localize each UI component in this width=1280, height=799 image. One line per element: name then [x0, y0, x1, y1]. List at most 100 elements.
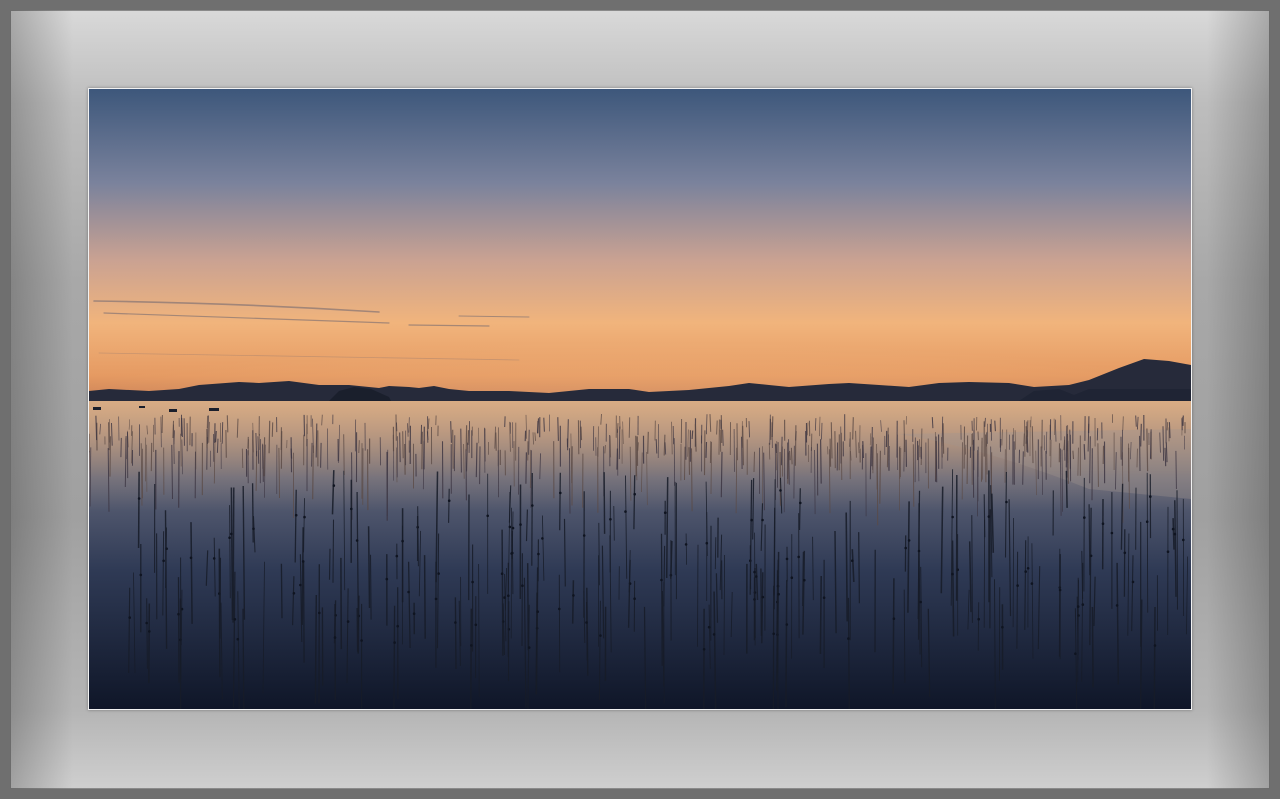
- float-buoy: [521, 584, 524, 587]
- float-buoy: [228, 536, 231, 539]
- float-buoy: [1001, 625, 1004, 629]
- float-buoy: [1131, 580, 1135, 584]
- reed-pole: [951, 540, 955, 637]
- reed-pole: [460, 428, 462, 473]
- reed-pole: [525, 452, 527, 484]
- reed-pole: [268, 420, 271, 454]
- reed-pole: [1164, 447, 1167, 467]
- float-buoy: [407, 590, 410, 594]
- reed-pole: [1162, 426, 1165, 461]
- reed-pole: [262, 444, 264, 482]
- float-buoy: [1076, 605, 1080, 608]
- reed-pole: [452, 429, 454, 469]
- reed-pole: [534, 432, 536, 441]
- reed-pole: [984, 417, 986, 427]
- reed-pole: [146, 598, 148, 669]
- reed-pole: [172, 420, 175, 439]
- float-buoy: [360, 639, 363, 642]
- reed-pole: [1031, 426, 1034, 464]
- reed-pole: [531, 472, 533, 566]
- landscape-photo: [89, 89, 1191, 709]
- reed-pole: [332, 519, 335, 583]
- reed-pole: [742, 425, 744, 466]
- float-buoy: [396, 624, 400, 628]
- reed-pole: [278, 447, 280, 499]
- reed-pole: [604, 444, 606, 454]
- float-buoy: [412, 612, 416, 615]
- float-buoy: [761, 595, 765, 599]
- reed-pole: [137, 471, 140, 549]
- float-buoy: [799, 501, 802, 505]
- reed-pole: [1146, 428, 1149, 472]
- float-buoy: [917, 549, 921, 553]
- reed-pole: [557, 417, 559, 441]
- reed-pole: [402, 431, 404, 459]
- reed-pole: [828, 449, 831, 514]
- reed-pole: [108, 422, 110, 451]
- reed-pole: [790, 447, 793, 465]
- reed-pole: [369, 554, 372, 620]
- float-buoy: [470, 644, 473, 647]
- reed-pole: [448, 488, 450, 523]
- float-buoy: [350, 507, 353, 511]
- reed-pole: [301, 527, 304, 625]
- reed-pole: [226, 415, 229, 433]
- reed-pole: [665, 477, 669, 579]
- float-buoy: [712, 633, 716, 636]
- reed-pole: [1089, 436, 1091, 484]
- float-buoy: [755, 575, 758, 578]
- float-buoy: [471, 580, 474, 584]
- reed-pole: [356, 607, 359, 652]
- float-buoy: [785, 623, 789, 626]
- reed-pole: [787, 452, 789, 484]
- reed-pole: [1088, 504, 1091, 576]
- reed-pole: [785, 580, 788, 708]
- reed-pole: [994, 420, 996, 432]
- float-buoy: [437, 572, 440, 575]
- reed-pole: [585, 601, 588, 661]
- float-buoy: [1083, 516, 1086, 519]
- reed-pole: [559, 472, 561, 531]
- reed-pole: [571, 580, 575, 624]
- reed-pole: [977, 602, 980, 651]
- reed-pole: [315, 423, 318, 458]
- outer-frame: [0, 0, 1280, 799]
- float-buoy: [1058, 588, 1062, 592]
- reed-pole: [912, 444, 915, 507]
- reed-pole: [719, 429, 722, 452]
- float-buoy: [1016, 584, 1019, 587]
- reed-pole: [697, 544, 699, 647]
- float-buoy: [1153, 644, 1157, 647]
- float-buoy: [447, 499, 451, 503]
- reed-pole: [879, 450, 881, 504]
- reed-pole: [942, 423, 945, 454]
- reed-pole: [475, 442, 478, 478]
- float-buoy: [177, 612, 180, 616]
- reed-pole: [314, 594, 318, 704]
- reed-pole: [869, 446, 872, 480]
- reed-pole: [343, 434, 345, 476]
- float-buoy: [1149, 495, 1152, 498]
- reed-pole: [709, 414, 712, 432]
- reed-pole: [655, 439, 658, 454]
- reed-pole: [931, 417, 934, 429]
- reed-pole: [688, 447, 691, 475]
- reed-pole: [95, 415, 98, 441]
- reed-pole: [1175, 450, 1177, 490]
- reed-pole: [966, 435, 969, 485]
- reed-pole: [1135, 415, 1137, 427]
- float-buoy: [779, 489, 782, 492]
- reed-pole: [899, 446, 901, 511]
- float-buoy: [609, 518, 612, 521]
- float-buoy: [777, 592, 780, 596]
- reed-pole: [171, 444, 174, 500]
- reed-pole: [221, 422, 224, 444]
- reed-pole: [532, 432, 534, 445]
- reed-pole: [302, 561, 305, 663]
- reed-pole: [628, 417, 631, 438]
- float-buoy: [393, 641, 396, 644]
- float-buoy: [847, 637, 850, 640]
- reed-pole: [1153, 606, 1156, 709]
- reed-pole: [537, 418, 540, 434]
- reed-pole: [1128, 447, 1130, 509]
